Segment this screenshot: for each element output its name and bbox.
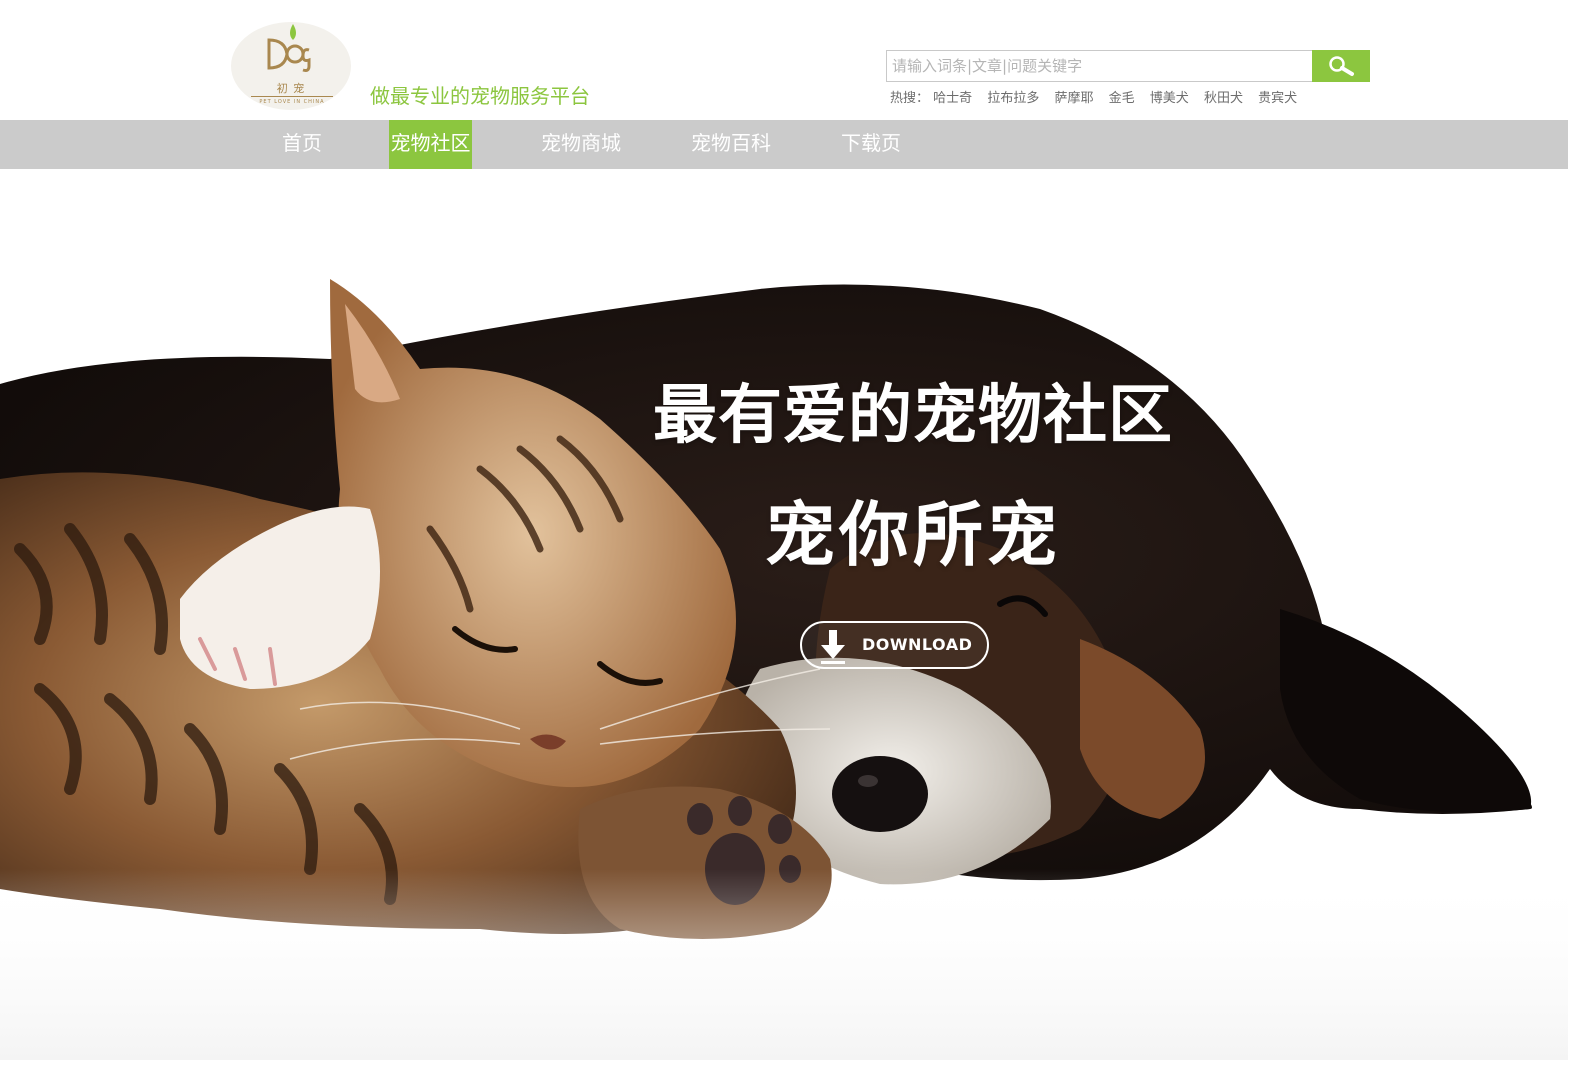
download-button[interactable]: DOWNLOAD [800, 621, 989, 669]
hero-subtitle: 宠你所宠 [765, 494, 1061, 576]
hero-title: 最有爱的宠物社区 [653, 379, 1173, 453]
nav-item-mall[interactable]: 宠物商城 [540, 120, 622, 169]
site-header: 初 宠 PET LOVE IN CHINA 做最专业的宠物服务平台 热搜： 哈士… [0, 0, 1584, 120]
hot-keyword[interactable]: 拉布拉多 [987, 91, 1039, 106]
arrow-down-icon [821, 630, 845, 664]
hot-keyword[interactable]: 贵宾犬 [1258, 91, 1297, 106]
main-nav: 首页 宠物社区 宠物商城 宠物百科 下载页 [0, 120, 1568, 169]
search-icon [1329, 56, 1354, 76]
hot-search-label: 热搜： [890, 91, 930, 106]
hot-keyword[interactable]: 金毛 [1109, 91, 1135, 106]
nav-item-community[interactable]: 宠物社区 [389, 120, 472, 169]
search-input[interactable] [887, 51, 1312, 81]
site-slogan: 做最专业的宠物服务平台 [370, 84, 590, 108]
kitten-puppy-photo [0, 279, 1568, 1060]
hot-keyword[interactable]: 哈士奇 [933, 91, 972, 106]
hot-keyword[interactable]: 萨摩耶 [1054, 91, 1093, 106]
logo-tagline: PET LOVE IN CHINA [259, 99, 325, 105]
logo-divider [251, 96, 333, 97]
hero-banner: 最有爱的宠物社区 宠你所宠 DOWNLOAD [0, 169, 1568, 1060]
logo-caption: 初 宠 [276, 82, 306, 95]
site-logo[interactable]: 初 宠 PET LOVE IN CHINA [231, 22, 351, 110]
download-label: DOWNLOAD [862, 635, 973, 654]
hot-keyword[interactable]: 秋田犬 [1204, 91, 1243, 106]
nav-item-home[interactable]: 首页 [281, 120, 323, 169]
hot-keyword[interactable]: 博美犬 [1150, 91, 1189, 106]
hot-search: 热搜： 哈士奇 拉布拉多 萨摩耶 金毛 博美犬 秋田犬 贵宾犬 [890, 87, 1297, 106]
nav-item-download[interactable]: 下载页 [840, 120, 902, 169]
search-box [886, 50, 1312, 82]
page-edge [1568, 0, 1584, 1070]
search-button[interactable] [1312, 50, 1370, 82]
nav-item-encyclopedia[interactable]: 宠物百科 [690, 120, 772, 169]
